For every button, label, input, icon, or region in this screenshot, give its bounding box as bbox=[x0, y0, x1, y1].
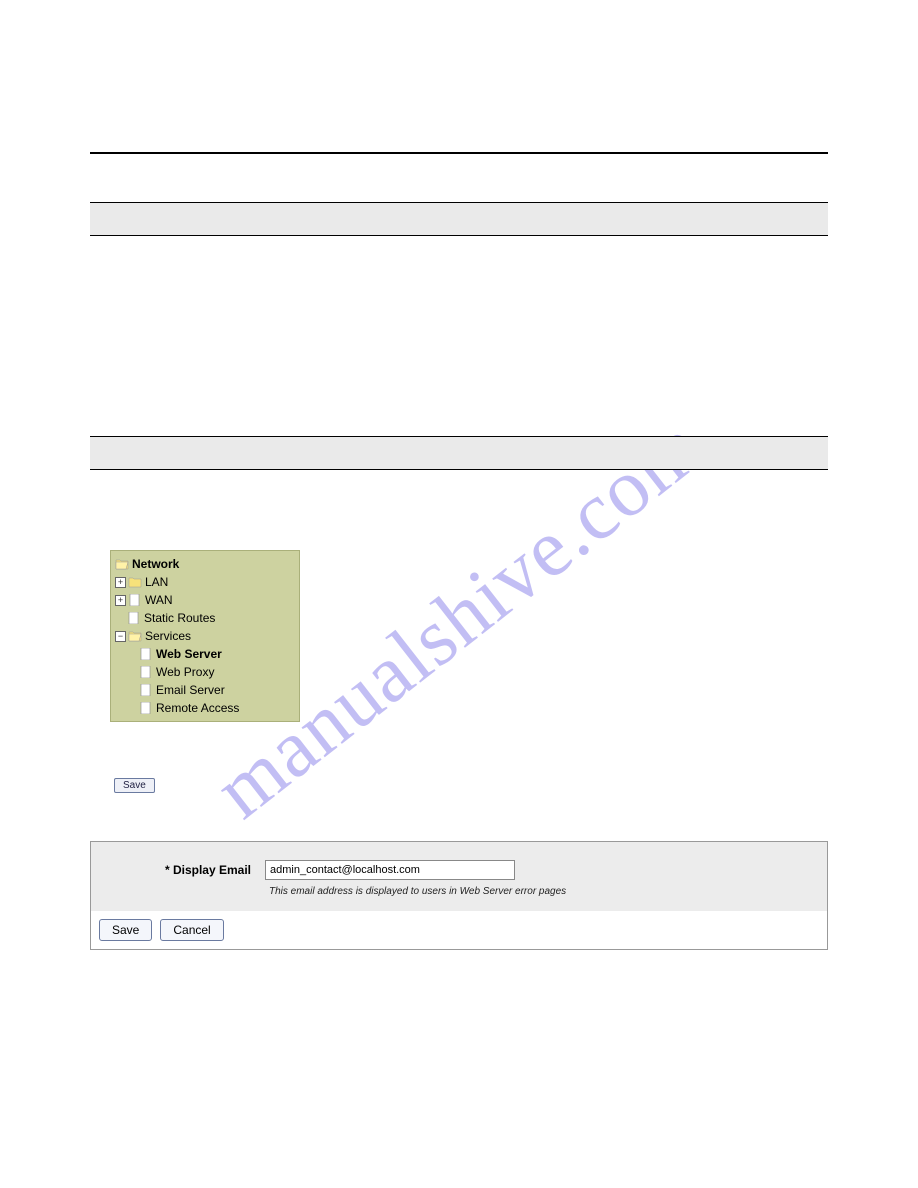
display-email-help: This email address is displayed to users… bbox=[269, 886, 813, 897]
section-bar-2 bbox=[90, 436, 828, 470]
tree-item-remote-access[interactable]: Remote Access bbox=[115, 699, 295, 717]
document-page: Network + LAN + WAN Static Routes − bbox=[0, 0, 918, 950]
tree-label: Web Server bbox=[156, 647, 222, 661]
page-icon bbox=[139, 702, 153, 714]
tree-item-web-proxy[interactable]: Web Proxy bbox=[115, 663, 295, 681]
nav-tree: Network + LAN + WAN Static Routes − bbox=[110, 550, 300, 722]
form-body: * Display Email This email address is di… bbox=[91, 842, 827, 911]
section-bar-1 bbox=[90, 202, 828, 236]
mini-save-button[interactable]: Save bbox=[114, 778, 155, 793]
page-icon bbox=[139, 666, 153, 678]
tree-item-web-server[interactable]: Web Server bbox=[115, 645, 295, 663]
tree-item-services[interactable]: − Services bbox=[115, 627, 295, 645]
intro-placeholder bbox=[90, 490, 828, 550]
tree-root-network[interactable]: Network bbox=[115, 555, 295, 573]
tree-item-wan[interactable]: + WAN bbox=[115, 591, 295, 609]
folder-icon bbox=[128, 576, 142, 588]
display-email-row: * Display Email bbox=[105, 860, 813, 880]
tree-label: Email Server bbox=[156, 683, 225, 697]
tree-item-email-server[interactable]: Email Server bbox=[115, 681, 295, 699]
tree-label: Static Routes bbox=[144, 611, 215, 625]
page-icon bbox=[139, 648, 153, 660]
tree-label: Services bbox=[145, 629, 191, 643]
save-button[interactable]: Save bbox=[99, 919, 152, 941]
page-icon bbox=[139, 684, 153, 696]
page-icon bbox=[128, 594, 142, 606]
tree-item-lan[interactable]: + LAN bbox=[115, 573, 295, 591]
web-server-form: * Display Email This email address is di… bbox=[90, 841, 828, 950]
tree-label: LAN bbox=[145, 575, 168, 589]
tree-item-static-routes[interactable]: Static Routes bbox=[115, 609, 295, 627]
form-button-row: Save Cancel bbox=[91, 911, 827, 949]
tree-label: Remote Access bbox=[156, 701, 239, 715]
page-icon bbox=[127, 612, 141, 624]
blank-region-1 bbox=[90, 236, 828, 436]
tree-label: Network bbox=[132, 557, 179, 571]
display-email-input[interactable] bbox=[265, 860, 515, 880]
blank-region-2 bbox=[90, 470, 828, 490]
cancel-button[interactable]: Cancel bbox=[160, 919, 223, 941]
expand-icon[interactable]: + bbox=[115, 595, 126, 606]
collapse-icon[interactable]: − bbox=[115, 631, 126, 642]
tree-label: Web Proxy bbox=[156, 665, 214, 679]
divider-top bbox=[90, 152, 828, 154]
display-email-label: * Display Email bbox=[105, 863, 255, 877]
expand-icon[interactable]: + bbox=[115, 577, 126, 588]
tree-label: WAN bbox=[145, 593, 173, 607]
folder-open-icon bbox=[128, 630, 142, 642]
folder-open-icon bbox=[115, 558, 129, 570]
